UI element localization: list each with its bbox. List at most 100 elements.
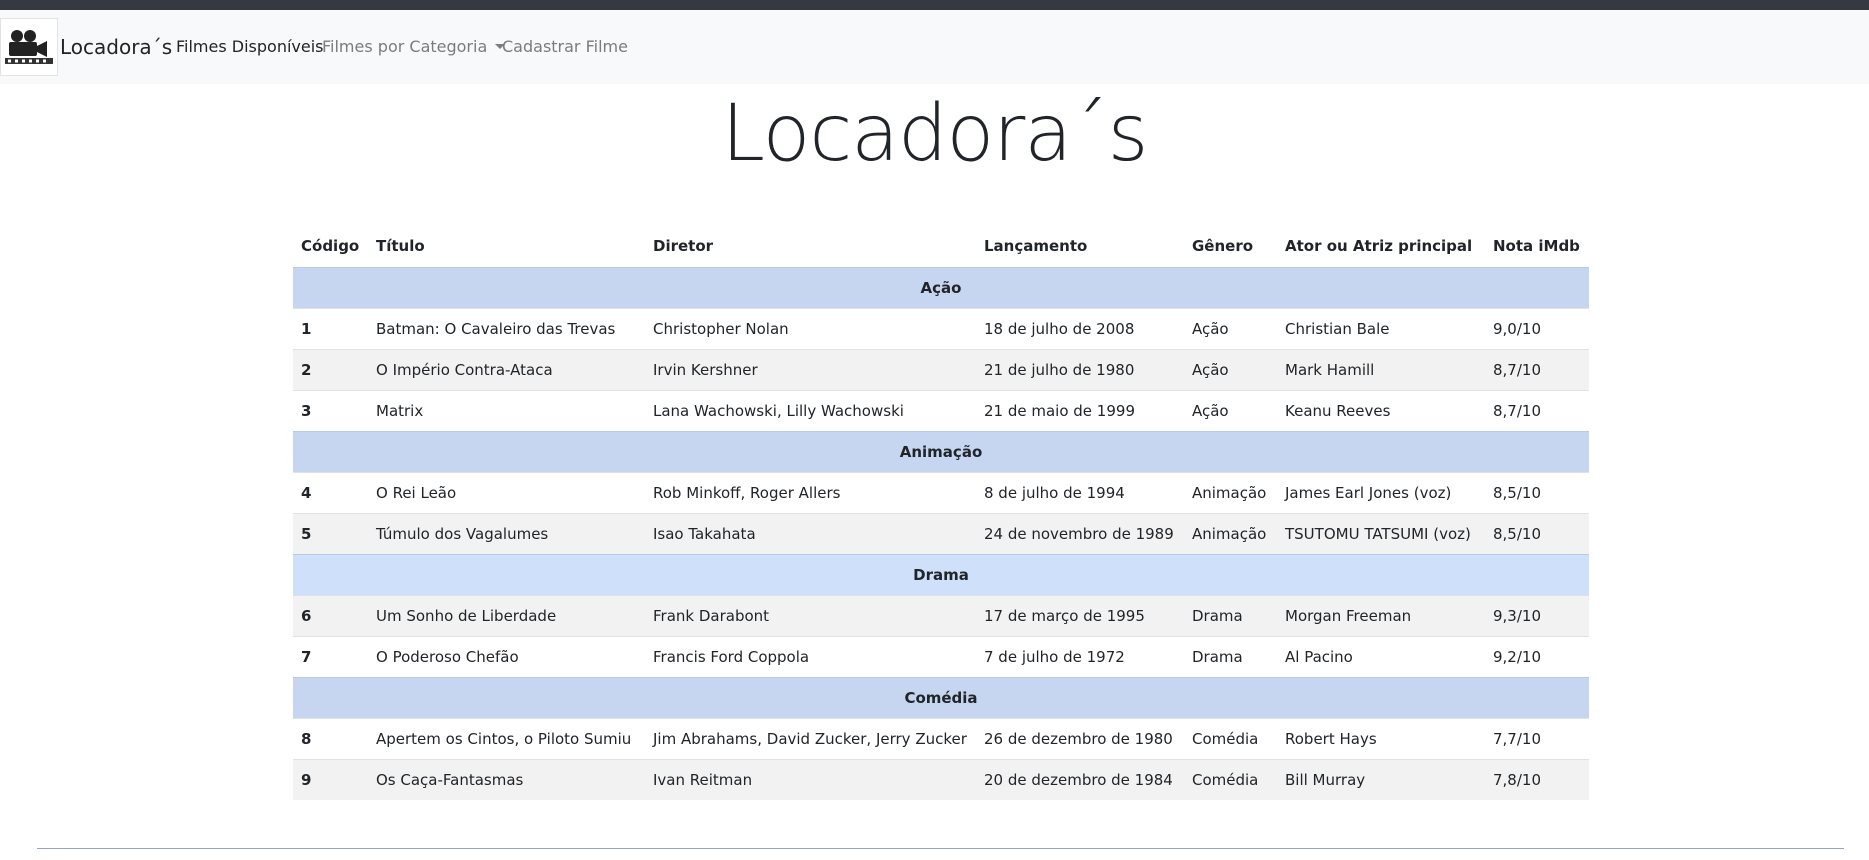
cell-lancamento: 7 de julho de 1972 <box>976 635 1184 677</box>
header-titulo: Título <box>376 237 425 256</box>
cell-titulo: Túmulo dos Vagalumes <box>368 512 645 554</box>
cell-genero: Drama <box>1184 594 1277 636</box>
cell-nota: 8,7/10 <box>1485 389 1589 431</box>
cell-titulo: O Império Contra-Ataca <box>368 348 645 390</box>
category-row-comedia: Comédia <box>293 676 1589 718</box>
cell-ator: Al Pacino <box>1277 635 1485 677</box>
cell-lancamento: 8 de julho de 1994 <box>976 471 1184 513</box>
cell-nota: 9,0/10 <box>1485 307 1589 349</box>
table-header-row: Código Título Diretor Lançamento Gênero … <box>293 226 1589 267</box>
cell-codigo: 5 <box>293 512 368 554</box>
cell-codigo: 2 <box>293 348 368 390</box>
cell-nota: 9,3/10 <box>1485 594 1589 636</box>
category-row-animacao: Animação <box>293 430 1589 472</box>
cell-titulo: Os Caça-Fantasmas <box>368 758 645 800</box>
cell-lancamento: 20 de dezembro de 1984 <box>976 758 1184 800</box>
category-label: Ação <box>293 266 1589 308</box>
header-lancamento: Lançamento <box>984 237 1088 256</box>
nav-filmes-por-categoria-dropdown[interactable]: Filmes por Categoria <box>322 37 506 57</box>
cell-diretor: Frank Darabont <box>645 594 976 636</box>
cell-ator: TSUTOMU TATSUMI (voz) <box>1277 512 1485 554</box>
table-row: 5 Túmulo dos Vagalumes Isao Takahata 24 … <box>293 512 1589 554</box>
cell-genero: Ação <box>1184 307 1277 349</box>
cell-ator: James Earl Jones (voz) <box>1277 471 1485 513</box>
cell-lancamento: 24 de novembro de 1989 <box>976 512 1184 554</box>
cell-titulo: O Rei Leão <box>368 471 645 513</box>
table-row: 7 O Poderoso Chefão Francis Ford Coppola… <box>293 635 1589 677</box>
cell-ator: Morgan Freeman <box>1277 594 1485 636</box>
category-label: Comédia <box>293 676 1589 718</box>
category-row-acao: Ação <box>293 266 1589 308</box>
cell-diretor: Christopher Nolan <box>645 307 976 349</box>
cell-genero: Ação <box>1184 389 1277 431</box>
cell-genero: Comédia <box>1184 758 1277 800</box>
cell-titulo: Apertem os Cintos, o Piloto Sumiu <box>368 717 645 759</box>
brand-text: Locadora´s <box>60 35 173 59</box>
cell-lancamento: 21 de maio de 1999 <box>976 389 1184 431</box>
cell-genero: Comédia <box>1184 717 1277 759</box>
cell-ator: Robert Hays <box>1277 717 1485 759</box>
cell-lancamento: 17 de março de 1995 <box>976 594 1184 636</box>
nav-filmes-disponiveis[interactable]: Filmes Disponíveis <box>176 37 324 57</box>
header-codigo: Código <box>301 237 360 256</box>
cell-ator: Bill Murray <box>1277 758 1485 800</box>
table-row: 6 Um Sonho de Liberdade Frank Darabont 1… <box>293 594 1589 636</box>
nav-cadastrar-filme[interactable]: Cadastrar Filme <box>502 37 628 57</box>
category-label: Animação <box>293 430 1589 472</box>
film-camera-icon <box>0 18 58 76</box>
cell-lancamento: 18 de julho de 2008 <box>976 307 1184 349</box>
cell-diretor: Lana Wachowski, Lilly Wachowski <box>645 389 976 431</box>
cell-titulo: Batman: O Cavaleiro das Trevas <box>368 307 645 349</box>
cell-titulo: O Poderoso Chefão <box>368 635 645 677</box>
cell-ator: Keanu Reeves <box>1277 389 1485 431</box>
top-dark-bar <box>0 0 1869 10</box>
table-row: 1 Batman: O Cavaleiro das Trevas Christo… <box>293 307 1589 349</box>
cell-diretor: Jim Abrahams, David Zucker, Jerry Zucker <box>645 717 976 759</box>
cell-nota: 8,7/10 <box>1485 348 1589 390</box>
cell-diretor: Francis Ford Coppola <box>645 635 976 677</box>
movies-table-container: Código Título Diretor Lançamento Gênero … <box>293 226 1589 800</box>
table-row: 3 Matrix Lana Wachowski, Lilly Wachowski… <box>293 389 1589 431</box>
cell-lancamento: 21 de julho de 1980 <box>976 348 1184 390</box>
cell-genero: Animação <box>1184 471 1277 513</box>
cell-codigo: 8 <box>293 717 368 759</box>
footer-divider <box>37 848 1844 849</box>
cell-ator: Mark Hamill <box>1277 348 1485 390</box>
table-row: 8 Apertem os Cintos, o Piloto Sumiu Jim … <box>293 717 1589 759</box>
cell-nota: 7,8/10 <box>1485 758 1589 800</box>
navbar-brand[interactable]: Locadora´s <box>0 18 172 76</box>
table-row: 9 Os Caça-Fantasmas Ivan Reitman 20 de d… <box>293 758 1589 800</box>
table-row: 2 O Império Contra-Ataca Irvin Kershner … <box>293 348 1589 390</box>
cell-nota: 7,7/10 <box>1485 717 1589 759</box>
cell-diretor: Ivan Reitman <box>645 758 976 800</box>
table-row: 4 O Rei Leão Rob Minkoff, Roger Allers 8… <box>293 471 1589 513</box>
cell-codigo: 4 <box>293 471 368 513</box>
header-nota: Nota iMdb <box>1493 237 1580 256</box>
cell-diretor: Isao Takahata <box>645 512 976 554</box>
cell-diretor: Irvin Kershner <box>645 348 976 390</box>
cell-titulo: Um Sonho de Liberdade <box>368 594 645 636</box>
page-title: Locadora´s <box>721 89 1149 179</box>
cell-nota: 8,5/10 <box>1485 512 1589 554</box>
category-row-drama: Drama <box>293 553 1589 595</box>
cell-genero: Drama <box>1184 635 1277 677</box>
cell-diretor: Rob Minkoff, Roger Allers <box>645 471 976 513</box>
header-diretor: Diretor <box>653 237 714 256</box>
cell-codigo: 7 <box>293 635 368 677</box>
navbar: Locadora´s Filmes Disponíveis Filmes por… <box>0 10 1869 84</box>
cell-codigo: 9 <box>293 758 368 800</box>
header-genero: Gênero <box>1192 237 1254 256</box>
cell-genero: Animação <box>1184 512 1277 554</box>
cell-nota: 9,2/10 <box>1485 635 1589 677</box>
cell-genero: Ação <box>1184 348 1277 390</box>
cell-lancamento: 26 de dezembro de 1980 <box>976 717 1184 759</box>
cell-nota: 8,5/10 <box>1485 471 1589 513</box>
cell-codigo: 3 <box>293 389 368 431</box>
movies-table: Código Título Diretor Lançamento Gênero … <box>293 226 1589 800</box>
category-label: Drama <box>293 553 1589 595</box>
cell-codigo: 1 <box>293 307 368 349</box>
cell-ator: Christian Bale <box>1277 307 1485 349</box>
nav-categoria-label: Filmes por Categoria <box>322 37 488 56</box>
cell-codigo: 6 <box>293 594 368 636</box>
cell-titulo: Matrix <box>368 389 645 431</box>
